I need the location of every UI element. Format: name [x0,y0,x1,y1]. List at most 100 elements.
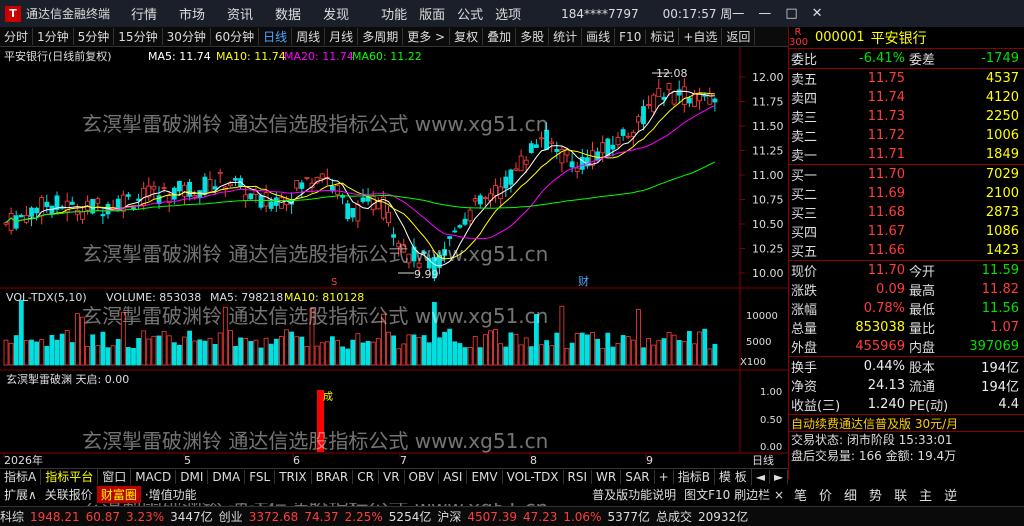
toolbar-button[interactable]: 统计 [549,28,583,45]
indicator-tab[interactable]: DMI [176,469,209,484]
status-item: 5254亿 [388,510,432,524]
volume-bar [625,336,631,366]
indicator-title: 玄溟掣雷破渊 天启: 0.00 [6,372,129,386]
f10-link[interactable]: 图文F10 刷边栏 × [680,486,788,503]
volume-bar [406,334,412,366]
toolbar-button[interactable]: 5分钟 [74,28,115,45]
indicator-tab[interactable]: ► [770,469,789,484]
extension-tab[interactable]: 关联报价 [41,486,97,503]
maximize-button[interactable]: □ [785,6,797,21]
menu-item[interactable]: 行情 [131,4,157,23]
indicator-tab[interactable]: ◄ [752,469,770,484]
indicator-tab[interactable]: RSI [564,469,593,484]
indicator-tab[interactable]: ASI [439,469,468,484]
volume-bar [273,338,279,366]
toolbar-button[interactable]: 返回 [722,28,756,45]
quote-tab[interactable]: 价 [813,485,838,504]
toolbar-button[interactable]: 月线 [325,28,359,45]
volume-bar [523,337,529,366]
indicator-tab[interactable]: EMV [467,469,503,484]
status-item: 47.23 [522,509,558,524]
menu-item[interactable]: 版面 [419,4,445,23]
menu-item[interactable]: 公式 [457,4,483,23]
indicator-tab[interactable]: 窗口 [98,468,132,485]
toolbar-button[interactable]: 复权 [450,28,484,45]
volume-bar [600,347,606,366]
indicator-tab[interactable]: 指标B [674,468,715,485]
candle-body [75,210,80,215]
quote-tab[interactable]: 细 [838,485,863,504]
candle-body [151,185,157,190]
volume-bar [585,334,590,366]
candle-body [518,155,524,172]
toolbar-button[interactable]: 更多 > [403,28,451,45]
extension-tab[interactable]: 扩展∧ [0,486,41,503]
indicator-tab[interactable]: VOL-TDX [503,469,564,484]
toolbar-button[interactable]: +自选 [679,28,723,45]
toolbar-button[interactable]: 多股 [516,28,550,45]
user-account[interactable]: 184****7797 [561,7,638,21]
toolbar-button[interactable]: 日线 [259,28,293,45]
quote-tab[interactable]: 势 [863,485,888,504]
indicator-tab[interactable]: CR [353,469,379,484]
stock-code[interactable]: 000001 [815,30,865,45]
toolbar-button[interactable]: 多周期 [358,28,404,45]
extension-tab[interactable]: 财富圈 [96,485,141,503]
toolbar-button[interactable]: 周线 [292,28,326,45]
menu-item[interactable]: 市场 [179,4,205,23]
menu-item[interactable]: 数据 [275,4,301,23]
status-item: 总成交 [656,510,693,524]
toolbar-button[interactable]: 30分钟 [163,28,211,45]
weibi-label: 委比 [791,53,818,68]
promo-link[interactable]: 普及版功能说明 [588,486,680,503]
close-button[interactable]: ✕ [812,6,823,21]
candle-body [126,194,131,197]
toolbar-button[interactable]: F10 [615,29,647,44]
volume-bar [370,341,376,366]
stat-label: 收益(三) [791,399,841,414]
extension-tabs: 扩展∧ 关联报价 财富圈 ·增值功能 普及版功能说明 图文F10 刷边栏 × [0,485,788,503]
toolbar-button[interactable]: 标记 [646,28,680,45]
stock-name[interactable]: 平安银行 [871,28,927,48]
indicator-tab[interactable]: MACD [131,469,177,484]
candle-body [396,242,402,248]
menu-item[interactable]: 功能 [381,4,407,23]
toolbar-button[interactable]: 叠加 [483,28,517,45]
indicator-tab[interactable]: VR [379,469,405,484]
extension-tab[interactable]: ·增值功能 [141,486,201,503]
indicator-tab[interactable]: FSL [245,469,276,484]
indicator-tab[interactable]: OBV [405,469,440,484]
quote-tab[interactable]: 笔 [788,485,813,504]
indicator-tab[interactable]: WR [592,469,622,484]
menu-item[interactable]: 发现 [323,4,349,23]
volume-bar [508,332,514,366]
toolbar-button[interactable]: 分时 [0,28,34,45]
quote-tab[interactable]: 主 [913,485,938,504]
minimize-button[interactable]: — [758,6,771,21]
order-row: 买二 11.69 2100 [789,184,1024,203]
volume-bar [421,335,427,366]
indicator-tab[interactable]: 指标平台 [41,468,99,485]
indicator-tab[interactable]: SAR [621,469,655,484]
indicator-tab[interactable]: 模 板 [715,468,752,485]
volume-bar [115,339,121,366]
ma-labels: MA5: 11.74 MA10: 11.74MA20: 11.74MA60: 11… [148,50,422,63]
menu-item[interactable]: 选项 [495,4,521,23]
toolbar-button[interactable]: 60分钟 [211,28,260,45]
toolbar-button[interactable]: 15分钟 [114,28,163,45]
order-price: 11.71 [867,147,905,162]
candle-body [319,173,325,180]
indicator-tab[interactable]: + [655,469,674,484]
menu-item[interactable]: 资讯 [227,4,253,23]
indicator-tab[interactable]: BRAR [312,469,354,484]
indicator-tab[interactable]: TRIX [275,469,312,484]
toolbar-button[interactable]: 画线 [582,28,616,45]
ad-banner[interactable]: 自动续费通达信普及版 30元/月 [789,414,1024,432]
quote-tab[interactable]: 联 [888,485,913,504]
indicator-tab[interactable]: DMA [208,469,246,484]
toolbar-button[interactable]: 1分钟 [33,28,74,45]
quote-tab[interactable]: 逆 [938,485,963,504]
x-axis-mode: 日线 [752,453,774,467]
order-volume: 4120 [985,90,1019,105]
indicator-tab[interactable]: 指标A [0,468,42,485]
